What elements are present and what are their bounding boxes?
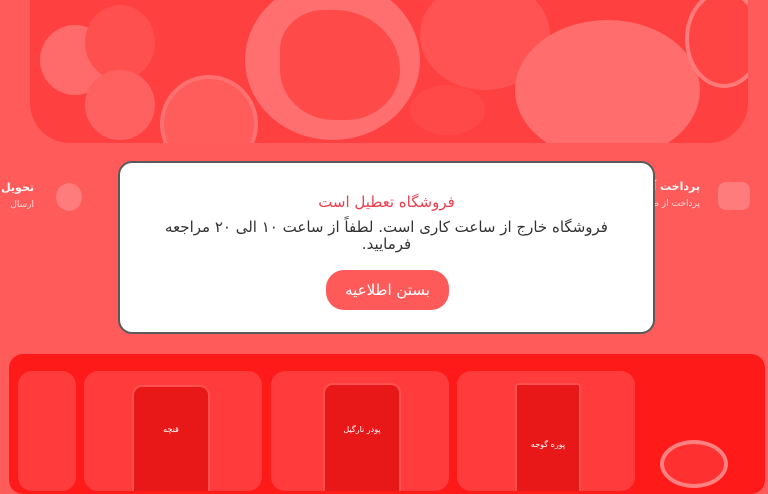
bowl-image (160, 75, 258, 143)
product-card[interactable]: پودر نارگیل (271, 371, 449, 491)
product-image: پوره گوجه (515, 383, 581, 491)
chicken-plate-image (515, 20, 700, 143)
broccoli-image (410, 85, 485, 135)
delivery-icon (56, 183, 82, 211)
feature-title: تحویل (1, 181, 34, 194)
product-card[interactable]: قنچه (84, 371, 262, 491)
store-closed-modal: فروشگاه تعطیل است فروشگاه خارج از ساعت ک… (118, 161, 655, 334)
feature-delivery: تحویل ارسال (0, 181, 34, 210)
product-image: پودر نارگیل (323, 383, 401, 491)
product-label: پوره گوجه (530, 440, 566, 449)
product-label: پودر نارگیل (343, 425, 381, 434)
modal-message: فروشگاه خارج از ساعت کاری است. لطفاً از … (165, 218, 608, 253)
close-notice-button[interactable]: بستن اطلاعیه (326, 270, 449, 310)
feature-subtitle: ارسال (10, 200, 34, 210)
egg-image (85, 5, 155, 80)
product-card[interactable] (18, 371, 76, 491)
product-card[interactable]: پوره گوجه (457, 371, 635, 491)
discount-percent-icon (660, 440, 728, 488)
product-label: قنچه (163, 425, 179, 434)
product-image: قنچه (132, 385, 210, 491)
egg-image (85, 70, 155, 140)
wallet-icon (718, 182, 750, 210)
hero-banner (30, 0, 748, 143)
modal-title: فروشگاه تعطیل است (318, 193, 455, 211)
